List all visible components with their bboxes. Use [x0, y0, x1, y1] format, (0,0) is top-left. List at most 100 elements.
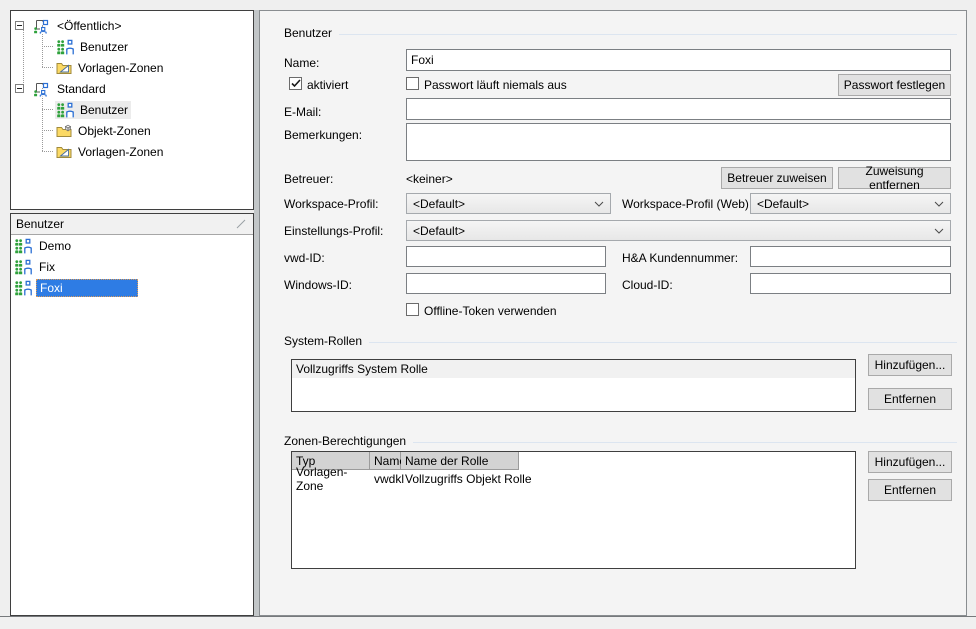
einstellungs-profil-value: <Default> [413, 224, 465, 238]
hna-kundennummer-label: H&A Kundennummer: [622, 251, 738, 265]
workspace-profil-web-select[interactable]: <Default> [750, 193, 951, 214]
status-strip [0, 617, 976, 629]
hna-kundennummer-input[interactable] [750, 246, 951, 267]
offline-token-label: Offline-Token verwenden [424, 304, 557, 318]
email-label: E-Mail: [284, 105, 321, 119]
aktiviert-checkbox[interactable] [289, 77, 302, 90]
tree-item-objekt-zonen[interactable]: Objekt-Zonen [11, 120, 253, 141]
vwd-id-input[interactable] [406, 246, 606, 267]
zonen-hinzufuegen-button[interactable]: Hinzufügen... [868, 451, 952, 473]
template-zone-folder-icon [56, 145, 72, 159]
tree-item-benutzer-oeffentlich[interactable]: Benutzer [11, 36, 253, 57]
zonen-berechtigungen-group-header: Zonen-Berechtigungen [284, 434, 957, 448]
org-zone-icon [33, 81, 51, 97]
users-icon [14, 238, 32, 254]
table-row[interactable]: Vorlagen-Zone vwdkl Vollzugriffs Objekt … [292, 470, 855, 487]
chevron-down-icon [934, 201, 944, 207]
chevron-down-icon [594, 201, 604, 207]
column-header-label: Benutzer [16, 217, 64, 231]
user-list-item-foxi[interactable]: Foxi [11, 277, 253, 298]
zonen-entfernen-button[interactable]: Entfernen [868, 479, 952, 501]
tree-item-label: Standard [57, 82, 106, 96]
passwort-festlegen-button[interactable]: Passwort festlegen [838, 74, 951, 96]
tree-item-label: Benutzer [80, 40, 128, 54]
tree-item-label: Benutzer [80, 103, 128, 117]
column-header-name[interactable]: Name [370, 452, 401, 470]
cell-typ: Vorlagen-Zone [292, 470, 370, 487]
table-header-row: Typ Name Name der Rolle [292, 452, 855, 470]
group-title: Benutzer [284, 26, 332, 40]
system-rolle-item[interactable]: Vollzugriffs System Rolle [292, 360, 855, 378]
group-title: System-Rollen [284, 334, 362, 348]
name-input[interactable] [406, 49, 951, 71]
workspace-profil-web-label: Workspace-Profil (Web): [622, 197, 752, 211]
system-rollen-listbox: Vollzugriffs System Rolle [291, 359, 856, 412]
zonen-berechtigungen-table: Typ Name Name der Rolle Vorlagen-Zone vw… [291, 451, 856, 569]
sort-ascending-icon [235, 219, 247, 229]
tree-item-oeffentlich[interactable]: <Öffentlich> [11, 15, 253, 36]
users-icon [56, 39, 74, 55]
group-divider-line [369, 342, 957, 343]
org-zone-icon [33, 18, 51, 34]
aktiviert-label: aktiviert [307, 78, 348, 92]
user-list-item-label: Demo [36, 238, 74, 254]
collapse-toggle-icon[interactable] [15, 84, 24, 93]
users-icon [56, 102, 74, 118]
windows-id-label: Windows-ID: [284, 278, 352, 292]
windows-id-input[interactable] [406, 273, 606, 294]
bemerkungen-label: Bemerkungen: [284, 128, 362, 142]
column-header-name-der-rolle[interactable]: Name der Rolle [401, 452, 519, 470]
chevron-down-icon [934, 228, 944, 234]
bemerkungen-textarea[interactable] [406, 123, 951, 161]
betreuer-zuweisen-button[interactable]: Betreuer zuweisen [721, 167, 833, 189]
einstellungs-profil-select[interactable]: <Default> [406, 220, 951, 241]
tree-item-label: Objekt-Zonen [78, 124, 151, 138]
system-entfernen-button[interactable]: Entfernen [868, 388, 952, 410]
user-detail-panel: Benutzer Name: aktiviert Passwort läuft … [259, 10, 967, 616]
system-rollen-group-header: System-Rollen [284, 334, 957, 348]
users-icon [14, 259, 32, 275]
einstellungs-profil-label: Einstellungs-Profil: [284, 224, 383, 238]
system-hinzufuegen-button[interactable]: Hinzufügen... [868, 354, 952, 376]
tree-item-benutzer-standard[interactable]: Benutzer [11, 99, 253, 120]
vwd-id-label: vwd-ID: [284, 251, 325, 265]
users-icon [14, 280, 32, 296]
user-administration-window: <Öffentlich> Benutzer Vorlagen-Zonen [0, 0, 976, 629]
name-label: Name: [284, 56, 319, 70]
user-list-item-demo[interactable]: Demo [11, 235, 253, 256]
user-list-panel: Benutzer Demo Fix Foxi [10, 213, 254, 616]
user-list-item-label-selected: Foxi [36, 279, 138, 297]
passwort-niemals-checkbox[interactable] [406, 77, 419, 90]
tree-item-standard[interactable]: Standard [11, 78, 253, 99]
tree-item-label: Vorlagen-Zonen [78, 61, 163, 75]
tree-item-vorlagen-zonen-standard[interactable]: Vorlagen-Zonen [11, 141, 253, 162]
cloud-id-label: Cloud-ID: [622, 278, 673, 292]
workspace-profil-value: <Default> [413, 197, 465, 211]
user-list-item-fix[interactable]: Fix [11, 256, 253, 277]
group-divider-line [413, 442, 957, 443]
betreuer-value: <keiner> [406, 172, 453, 186]
cell-rolle: Vollzugriffs Objekt Rolle [401, 470, 581, 487]
cell-name: vwdkl [370, 470, 401, 487]
tree-item-label: Vorlagen-Zonen [78, 145, 163, 159]
offline-token-checkbox[interactable] [406, 303, 419, 316]
template-zone-folder-icon [56, 61, 72, 75]
betreuer-label: Betreuer: [284, 172, 333, 186]
system-rolle-label: Vollzugriffs System Rolle [296, 362, 428, 376]
passwort-niemals-label: Passwort läuft niemals aus [424, 78, 567, 92]
tree-item-label: <Öffentlich> [57, 19, 122, 33]
zone-tree-panel: <Öffentlich> Benutzer Vorlagen-Zonen [10, 10, 254, 210]
zuweisung-entfernen-button[interactable]: Zuweisung entfernen [838, 167, 951, 189]
user-list-column-header[interactable]: Benutzer [11, 214, 253, 235]
email-input[interactable] [406, 98, 951, 120]
tree-item-vorlagen-zonen-oeffentlich[interactable]: Vorlagen-Zonen [11, 57, 253, 78]
workspace-profil-web-value: <Default> [757, 197, 809, 211]
group-title: Zonen-Berechtigungen [284, 434, 406, 448]
group-divider-line [339, 34, 957, 35]
benutzer-group-header: Benutzer [284, 26, 957, 40]
collapse-toggle-icon[interactable] [15, 21, 24, 30]
object-zone-folder-icon [56, 124, 72, 138]
workspace-profil-label: Workspace-Profil: [284, 197, 378, 211]
cloud-id-input[interactable] [750, 273, 951, 294]
workspace-profil-select[interactable]: <Default> [406, 193, 611, 214]
